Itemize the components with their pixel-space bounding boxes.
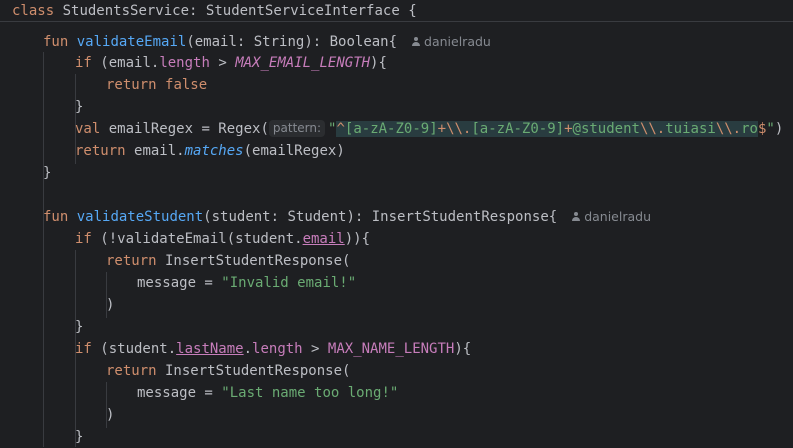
regex-quote-close: " [766, 121, 775, 137]
close-brace: } [75, 429, 84, 445]
person-icon [571, 212, 580, 222]
function-name-validate-email[interactable]: validateEmail [77, 34, 187, 50]
length-property[interactable]: length [159, 55, 210, 71]
regex-plus-2: + [564, 121, 573, 137]
email-property[interactable]: email [303, 231, 345, 247]
val-keyword: val [75, 121, 101, 137]
regex-paren-close: ) [774, 121, 784, 137]
regex-plus-1: + [437, 121, 447, 137]
matches-function[interactable]: matches [185, 143, 244, 159]
class-open-brace: { [408, 3, 417, 19]
if-close: )){ [344, 231, 371, 247]
regex-ro: ro [741, 121, 758, 137]
lastname-property[interactable]: lastName [176, 341, 243, 357]
code-line-return-invalid-email[interactable]: return InsertStudentResponse( [106, 250, 350, 272]
response-constructor[interactable]: InsertStudentResponse( [157, 363, 350, 379]
return-keyword: return [106, 77, 157, 93]
regex-injected-string[interactable]: ^[a-zA-Z0-9]+\\.[a-zA-Z0-9]+@student\\.t… [336, 121, 758, 137]
code-line-if-close-brace[interactable]: } [75, 96, 83, 118]
if-close: ){ [370, 55, 387, 71]
max-name-length-constant[interactable]: MAX_NAME_LENGTH [328, 341, 454, 357]
function-signature: (email: String): Boolean{ [186, 34, 398, 50]
code-line-message-invalid-email[interactable]: message = "Invalid email!" [137, 272, 356, 294]
author-name: danielradu [584, 209, 651, 224]
class-name[interactable]: StudentsService [63, 3, 189, 19]
regex-char-class-1: [a-zA-Z0-9] [344, 121, 438, 137]
author-name: danielradu [424, 34, 491, 49]
regex-caret: ^ [336, 121, 345, 137]
close-brace: } [75, 99, 84, 115]
fun-keyword: fun [43, 34, 69, 50]
person-icon [411, 37, 420, 47]
return-keyword: return [106, 253, 157, 269]
message-arg-name: message = [137, 275, 222, 291]
close-brace: } [43, 165, 52, 181]
return-email-prefix: email. [134, 143, 185, 159]
return-args: (emailRegex) [243, 143, 345, 159]
interface-name[interactable]: StudentServiceInterface [206, 3, 400, 19]
gt-operator: > [209, 55, 236, 71]
return-keyword: return [75, 143, 126, 159]
indent-guide-class [43, 52, 44, 447]
code-line-if1-close-brace[interactable]: } [75, 316, 83, 338]
message-arg-name: message = [137, 385, 222, 401]
code-line-paren-close[interactable]: ) [106, 294, 114, 316]
close-brace: } [75, 319, 84, 335]
class-keyword: class [12, 3, 55, 19]
regex-escaped-dot-3: \\. [715, 121, 742, 137]
code-line-return-false[interactable]: return false [106, 74, 207, 96]
code-line-fun-validate-email[interactable]: fun validateEmail(email: String): Boolea… [43, 31, 491, 53]
code-line-function-close[interactable]: } [43, 162, 51, 184]
message-string[interactable]: "Invalid email!" [221, 275, 356, 291]
code-line-val-email-regex[interactable]: val emailRegex = Regex(pattern: "^[a-zA-Z… [75, 118, 783, 140]
regex-char-class-2: [a-zA-Z0-9] [471, 121, 565, 137]
fun-keyword: fun [43, 209, 69, 225]
code-line-return-matches[interactable]: return email.matches(emailRegex) [75, 140, 345, 162]
sticky-class-header[interactable]: class StudentsService: StudentServiceInt… [0, 0, 793, 22]
if-open: (!validateEmail(student. [91, 231, 303, 247]
if-open: (student. [91, 341, 177, 357]
if-keyword: if [75, 231, 92, 247]
regex-at-student: @student [572, 121, 640, 137]
return-keyword: return [106, 363, 157, 379]
regex-declaration: emailRegex = Regex( [108, 121, 269, 137]
function-signature: (student: Student): InsertStudentRespons… [203, 209, 558, 225]
code-line-paren-close[interactable]: ) [106, 404, 114, 426]
code-line-if-validate-email[interactable]: if (!validateEmail(student.email)){ [75, 228, 370, 250]
parameter-name-hint[interactable]: pattern: [268, 120, 326, 137]
gt-operator: > [302, 341, 328, 357]
max-email-length-constant[interactable]: MAX_EMAIL_LENGTH [235, 55, 370, 71]
response-constructor[interactable]: InsertStudentResponse( [157, 253, 350, 269]
length-property[interactable]: length [252, 341, 303, 357]
regex-escaped-dot-2: \\. [639, 121, 666, 137]
author-hint[interactable]: danielradu [411, 31, 491, 53]
code-line-return-lastname[interactable]: return InsertStudentResponse( [106, 360, 350, 382]
message-string[interactable]: "Last name too long!" [221, 385, 398, 401]
if-keyword: if [75, 341, 92, 357]
if-open: (email. [100, 55, 160, 71]
dot: . [243, 341, 253, 357]
function-name-validate-student[interactable]: validateStudent [77, 209, 203, 225]
if-keyword: if [75, 55, 92, 71]
code-line-if-email-length[interactable]: if (email.length > MAX_EMAIL_LENGTH){ [75, 52, 387, 74]
regex-tuiasi: tuiasi [665, 121, 716, 137]
code-line-message-lastname[interactable]: message = "Last name too long!" [137, 382, 398, 404]
code-line-if-lastname-length[interactable]: if (student.lastName.length > MAX_NAME_L… [75, 338, 471, 360]
close-paren: ) [106, 407, 115, 423]
author-hint[interactable]: danielradu [571, 206, 651, 228]
if-close: ){ [454, 341, 472, 357]
code-line-if2-close-brace[interactable]: } [75, 426, 83, 448]
class-declaration-line[interactable]: class StudentsService: StudentServiceInt… [12, 0, 417, 22]
code-line-fun-validate-student[interactable]: fun validateStudent(student: Student): I… [43, 206, 651, 228]
false-keyword: false [165, 77, 208, 93]
close-paren: ) [106, 297, 115, 313]
class-colon: : [189, 3, 198, 19]
regex-escaped-dot-1: \\. [446, 121, 472, 137]
